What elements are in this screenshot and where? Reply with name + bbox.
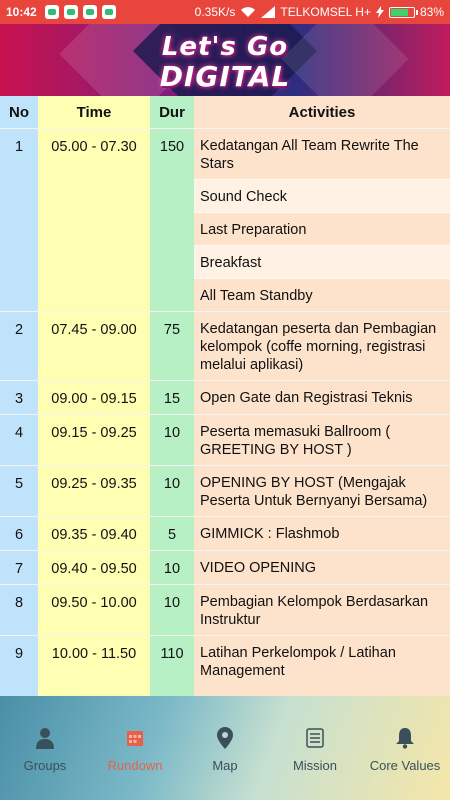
- table-row[interactable]: 6 09.35 - 09.40 5 GIMMICK : Flashmob: [0, 516, 450, 550]
- row-duration: 10: [163, 595, 181, 611]
- map-pin-icon: [217, 726, 233, 750]
- nav-label-map: Map: [212, 758, 238, 773]
- row-number: 7: [14, 561, 24, 577]
- row-time: 09.00 - 09.15: [51, 391, 137, 407]
- row-number: 5: [14, 476, 24, 492]
- row-number: 3: [14, 391, 24, 407]
- header-no: No: [9, 103, 29, 121]
- checklist-icon: [306, 726, 324, 750]
- battery-icon: [388, 6, 418, 18]
- row-activities: OPENING BY HOST (Mengajak Peserta Untuk …: [194, 466, 450, 516]
- nav-label-core-values: Core Values: [369, 758, 441, 773]
- banner-title-line2: DIGITAL: [159, 60, 291, 93]
- table-row[interactable]: 3 09.00 - 09.15 15 Open Gate dan Registrasi…: [0, 380, 450, 414]
- activity-item: Sound Check: [194, 179, 450, 212]
- row-time: 09.35 - 09.40: [51, 527, 137, 543]
- nav-groups[interactable]: Groups: [0, 696, 90, 800]
- table-row[interactable]: 2 07.45 - 09.00 75 Kedatangan peserta dan P…: [0, 311, 450, 380]
- row-activities: Open Gate dan Registrasi Teknis: [194, 381, 450, 414]
- row-duration: 10: [163, 561, 181, 577]
- row-number: 6: [14, 527, 24, 543]
- row-time: 07.45 - 09.00: [51, 322, 137, 338]
- row-activities: VIDEO OPENING: [194, 551, 450, 584]
- row-duration: 10: [163, 476, 181, 492]
- row-number: 9: [14, 646, 24, 662]
- header-time: Time: [76, 103, 112, 121]
- row-time: 05.00 - 07.30: [51, 139, 137, 155]
- bottom-navigation: Groups Rundown Map Mission Core Values: [0, 696, 450, 800]
- activity-item: Open Gate dan Registrasi Teknis: [200, 390, 413, 406]
- header-dur: Dur: [159, 103, 185, 121]
- signal-icon: [261, 6, 276, 18]
- activity-item: Latihan Perkelompok / Latihan Management: [200, 645, 396, 679]
- notification-app-icon: [101, 5, 116, 19]
- row-activities: Latihan Perkelompok / Latihan Management: [194, 636, 450, 686]
- activity-item: VIDEO OPENING: [200, 560, 317, 576]
- activity-item: All Team Standby: [194, 278, 450, 311]
- nav-label-groups: Groups: [23, 758, 67, 773]
- table-row[interactable]: 4 09.15 - 09.25 10 Peserta memasuki Ballroo…: [0, 414, 450, 465]
- row-duration: 10: [163, 425, 181, 441]
- row-number: 4: [14, 425, 24, 441]
- activity-item: Pembagian Kelompok Berdasarkan Instruktu…: [200, 594, 429, 628]
- nav-label-rundown: Rundown: [107, 758, 163, 773]
- nav-mission[interactable]: Mission: [270, 696, 360, 800]
- row-number: 2: [14, 322, 24, 338]
- nav-map[interactable]: Map: [180, 696, 270, 800]
- status-bar: 10:42 0.35K/s TELKOMSEL H+ 83%: [0, 0, 450, 24]
- activity-item: GIMMICK : Flashmob: [200, 526, 340, 542]
- activity-item: Kedatangan All Team Rewrite The Stars: [200, 138, 419, 172]
- row-activities: Peserta memasuki Ballroom ( GREETING BY …: [194, 415, 450, 465]
- wifi-icon: [241, 7, 256, 17]
- table-row[interactable]: 7 09.40 - 09.50 10 VIDEO OPENING: [0, 550, 450, 584]
- table-row[interactable]: 5 09.25 - 09.35 10 OPENING BY HOST (Mengaja…: [0, 465, 450, 516]
- row-activities: Pembagian Kelompok Berdasarkan Instruktu…: [194, 585, 450, 635]
- notification-app-icon: [82, 5, 97, 19]
- carrier-name: TELKOMSEL H+: [280, 5, 371, 19]
- notification-app-icon: [63, 5, 78, 19]
- charging-icon: [375, 6, 384, 18]
- bell-icon: [395, 726, 415, 750]
- table-body: 1 05.00 - 07.30 150 Kedatangan All Team Rew…: [0, 128, 450, 686]
- battery-level: [390, 8, 408, 16]
- header-activities: Activities: [288, 103, 356, 121]
- table-row[interactable]: 1 05.00 - 07.30 150 Kedatangan All Team Rew…: [0, 128, 450, 311]
- table-row[interactable]: 9 10.00 - 11.50 110 Latihan Perkelompok / L…: [0, 635, 450, 686]
- activity-item: OPENING BY HOST (Mengajak Peserta Untuk …: [200, 475, 428, 509]
- activity-item: Peserta memasuki Ballroom ( GREETING BY …: [200, 424, 391, 458]
- row-duration: 150: [159, 139, 185, 155]
- banner-title-line1: Let's Go: [161, 32, 289, 62]
- row-activities: GIMMICK : Flashmob: [194, 517, 450, 550]
- rundown-table[interactable]: No Time Dur Activities 1 05.00 - 07.30 150…: [0, 96, 450, 696]
- network-speed: 0.35K/s: [194, 5, 236, 19]
- person-icon: [35, 726, 55, 750]
- activity-item: Kedatangan peserta dan Pembagian kelompo…: [200, 321, 437, 373]
- row-time: 09.25 - 09.35: [51, 476, 137, 492]
- nav-label-mission: Mission: [292, 758, 338, 773]
- row-duration: 15: [163, 391, 181, 407]
- nav-rundown[interactable]: Rundown: [90, 696, 180, 800]
- row-number: 8: [14, 595, 24, 611]
- nav-core-values[interactable]: Core Values: [360, 696, 450, 800]
- table-row[interactable]: 8 09.50 - 10.00 10 Pembagian Kelompok Berda…: [0, 584, 450, 635]
- row-activities: Kedatangan peserta dan Pembagian kelompo…: [194, 312, 450, 380]
- notification-app-icon: [44, 5, 59, 19]
- event-banner: Let's Go DIGITAL: [0, 24, 450, 96]
- table-header: No Time Dur Activities: [0, 96, 450, 128]
- status-time: 10:42: [6, 5, 37, 19]
- row-activities: Kedatangan All Team Rewrite The Stars Sou…: [194, 129, 450, 311]
- row-duration: 75: [163, 322, 181, 338]
- calendar-icon: [126, 726, 144, 750]
- row-time: 10.00 - 11.50: [51, 646, 137, 662]
- row-time: 09.15 - 09.25: [51, 425, 137, 441]
- row-time: 09.50 - 10.00: [51, 595, 137, 611]
- row-duration: 5: [167, 527, 177, 543]
- battery-percent: 83%: [419, 5, 444, 19]
- activity-item: Breakfast: [194, 245, 450, 278]
- row-duration: 110: [160, 646, 184, 662]
- row-time: 09.40 - 09.50: [51, 561, 137, 577]
- row-number: 1: [14, 139, 24, 155]
- activity-item: Last Preparation: [194, 212, 450, 245]
